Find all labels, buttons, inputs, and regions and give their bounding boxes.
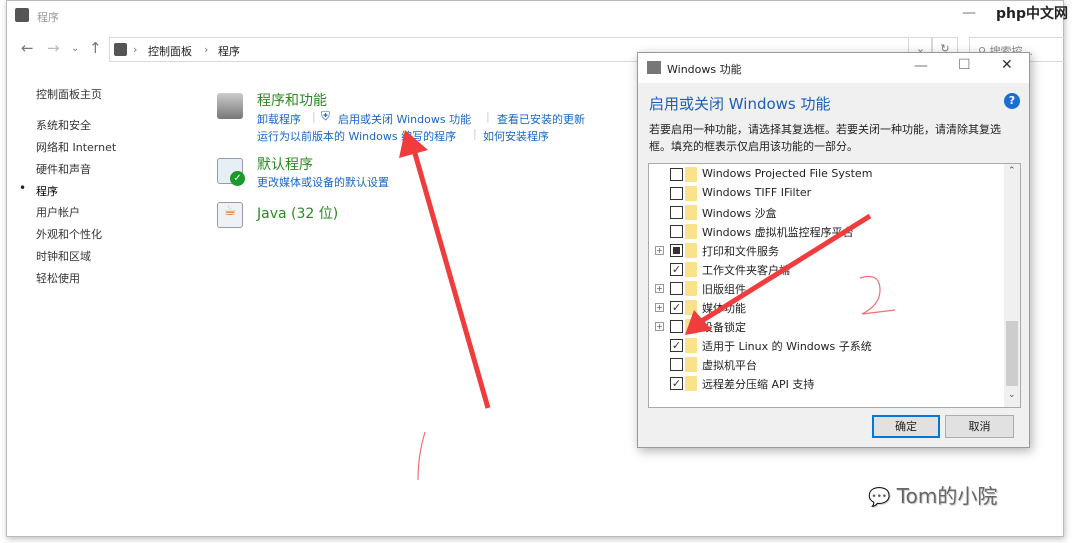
wechat-icon: 💬	[868, 487, 891, 508]
handwritten-mark-2	[859, 275, 896, 315]
watermark: 💬 Tom的小院	[868, 484, 998, 508]
arrow-to-wsl	[685, 213, 872, 335]
annotation-overlay	[399, 130, 896, 481]
handwritten-mark-1	[417, 431, 426, 481]
arrow-to-windows-features	[399, 130, 491, 409]
